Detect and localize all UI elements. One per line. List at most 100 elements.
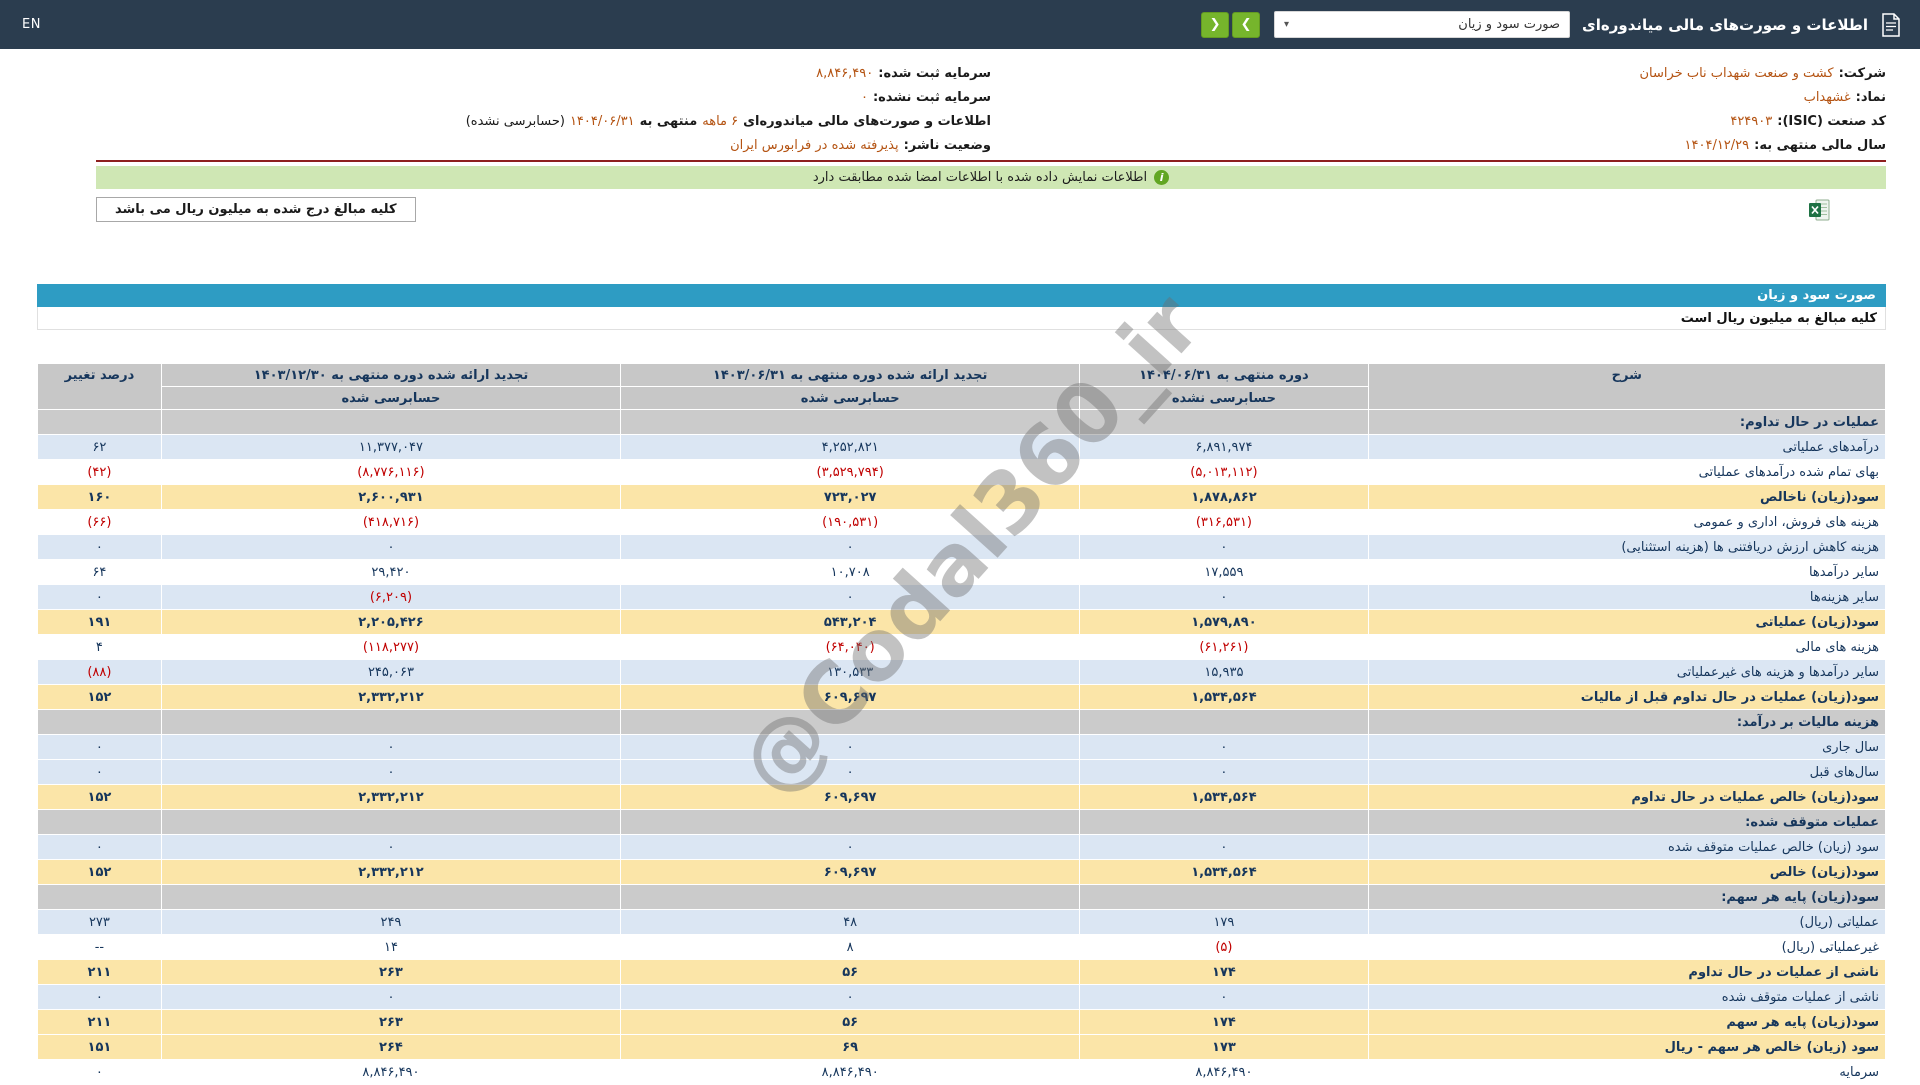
statement-type-select[interactable]: صورت سود و زیان ▾ bbox=[1274, 11, 1571, 38]
table-row: سایر درآمدها و هزینه های غیرعملیاتی ۱۵,۹۳… bbox=[37, 659, 1887, 685]
row-label: هزینه های فروش، اداری و عمومی bbox=[1367, 509, 1887, 535]
value-restated-prior-period: ۵۶ bbox=[620, 1009, 1081, 1035]
value-current-period: ۱۷,۵۵۹ bbox=[1079, 559, 1369, 585]
issuer-status-value: پذیرفته شده در فرابورس ایران bbox=[730, 137, 899, 153]
units-note-bar: کلیه مبالغ به میلیون ریال است bbox=[37, 307, 1886, 330]
previous-statement-button[interactable]: ❮ bbox=[1201, 11, 1230, 38]
row-label: سایر درآمدها bbox=[1367, 559, 1887, 585]
row-label: سود(زیان) عملیات در حال تداوم قبل از مال… bbox=[1367, 684, 1887, 710]
section-header-row: عملیات در حال تداوم: bbox=[37, 409, 1887, 435]
value-restated-prior-period: ۶۰۹,۶۹۷ bbox=[620, 684, 1081, 710]
value-current-period: ۰ bbox=[1079, 984, 1369, 1010]
value-current-period bbox=[1079, 409, 1369, 435]
value-percent-change: ۱۵۲ bbox=[37, 684, 162, 710]
subheader-audited-1: حسابرسی شده bbox=[620, 386, 1081, 410]
english-language-link[interactable]: EN bbox=[22, 17, 41, 32]
value-restated-prior-year: ۲۶۳ bbox=[160, 959, 622, 985]
statement-nav-buttons: ❯ ❮ bbox=[1201, 11, 1261, 38]
value-restated-prior-period bbox=[620, 409, 1081, 435]
topbar: اطلاعات و صورت‌های مالی میاندوره‌ای صورت… bbox=[0, 0, 1920, 49]
next-statement-button[interactable]: ❯ bbox=[1232, 11, 1261, 38]
value-current-period: (۳۱۶,۵۳۱) bbox=[1079, 509, 1369, 535]
value-percent-change: ۰ bbox=[37, 1059, 162, 1085]
unregistered-capital-label: سرمایه ثبت نشده: bbox=[872, 89, 991, 105]
table-row: هزینه های فروش، اداری و عمومی (۳۱۶,۵۳۱) (۱… bbox=[37, 509, 1887, 535]
value-restated-prior-year: ۰ bbox=[160, 759, 622, 785]
isic-label: کد صنعت (ISIC): bbox=[1777, 113, 1886, 129]
value-restated-prior-period: ۰ bbox=[620, 834, 1081, 860]
value-restated-prior-year: ۲,۳۳۲,۲۱۲ bbox=[160, 859, 622, 885]
value-percent-change bbox=[37, 409, 162, 435]
value-percent-change: ۱۵۲ bbox=[37, 859, 162, 885]
col-header-description: شرح bbox=[1367, 363, 1887, 410]
section-header-row: هزینه مالیات بر درآمد: bbox=[37, 709, 1887, 735]
row-label: ناشی از عملیات در حال تداوم bbox=[1367, 959, 1887, 985]
value-percent-change: ۰ bbox=[37, 534, 162, 560]
value-restated-prior-period: ۵۶ bbox=[620, 959, 1081, 985]
value-percent-change: ۶۲ bbox=[37, 434, 162, 460]
col-header-current-period: دوره منتهی به ۱۴۰۴/۰۶/۳۱ bbox=[1079, 363, 1369, 387]
excel-export-icon[interactable] bbox=[1808, 199, 1830, 221]
value-current-period: ۱,۵۷۹,۸۹۰ bbox=[1079, 609, 1369, 635]
issuer-status-row: وضعیت ناشر: پذیرفته شده در فرابورس ایران bbox=[96, 133, 991, 157]
value-restated-prior-year: ۲۴۹ bbox=[160, 909, 622, 935]
table-row: سال جاری ۰ ۰ ۰ ۰ bbox=[37, 734, 1887, 760]
table-row: سود(زیان) عملیاتی ۱,۵۷۹,۸۹۰ ۵۴۳,۲۰۴ ۲,۲۰۵,۴… bbox=[37, 609, 1887, 635]
value-restated-prior-year: ۲,۲۰۵,۴۲۶ bbox=[160, 609, 622, 635]
value-percent-change: -- bbox=[37, 934, 162, 960]
value-percent-change: ۰ bbox=[37, 759, 162, 785]
value-percent-change: ۱۹۱ bbox=[37, 609, 162, 635]
value-percent-change bbox=[37, 709, 162, 735]
row-label: سایر درآمدها و هزینه های غیرعملیاتی bbox=[1367, 659, 1887, 685]
report-document-icon bbox=[1880, 12, 1902, 37]
value-current-period: ۰ bbox=[1079, 759, 1369, 785]
row-label: هزینه های مالی bbox=[1367, 634, 1887, 660]
value-restated-prior-year: ۲,۳۳۲,۲۱۲ bbox=[160, 784, 622, 810]
value-restated-prior-year: ۱۴ bbox=[160, 934, 622, 960]
table-row: سود (زیان) خالص عملیات متوقف شده ۰ ۰ ۰ ۰ bbox=[37, 834, 1887, 860]
value-restated-prior-period: ۰ bbox=[620, 734, 1081, 760]
value-current-period: ۱,۵۳۴,۵۶۴ bbox=[1079, 684, 1369, 710]
row-label: غیرعملیاتی (ریال) bbox=[1367, 934, 1887, 960]
value-restated-prior-year: ۲,۶۰۰,۹۳۱ bbox=[160, 484, 622, 510]
col-header-restated-prior-period: تجدید ارائه شده دوره منتهی به ۱۴۰۳/۰۶/۳۱ bbox=[620, 363, 1081, 387]
ticker-value: غشهداب bbox=[1803, 89, 1851, 105]
value-restated-prior-period: ۴,۲۵۲,۸۲۱ bbox=[620, 434, 1081, 460]
value-current-period: ۱۷۴ bbox=[1079, 959, 1369, 985]
value-restated-prior-period: ۰ bbox=[620, 584, 1081, 610]
value-percent-change: ۲۱۱ bbox=[37, 1009, 162, 1035]
signature-match-text: اطلاعات نمایش داده شده با اطلاعات امضا ش… bbox=[812, 170, 1148, 185]
signature-match-banner: i اطلاعات نمایش داده شده با اطلاعات امضا… bbox=[96, 166, 1886, 189]
value-restated-prior-year bbox=[160, 809, 622, 835]
value-percent-change: ۰ bbox=[37, 584, 162, 610]
value-restated-prior-year: ۲۶۴ bbox=[160, 1034, 622, 1060]
value-current-period bbox=[1079, 809, 1369, 835]
table-row: سایر هزینه‌ها ۰ ۰ (۶,۲۰۹) ۰ bbox=[37, 584, 1887, 610]
table-row: هزینه های مالی (۶۱,۲۶۱) (۶۴,۰۴۰) (۱۱۸,۲۷۷) ۴ bbox=[37, 634, 1887, 660]
table-row: سود (زیان) خالص هر سهم - ریال ۱۷۳ ۶۹ ۲۶۴ ۱۵۱ bbox=[37, 1034, 1887, 1060]
fiscal-year-row: سال مالی منتهی به: ۱۴۰۴/۱۲/۲۹ bbox=[991, 133, 1886, 157]
page-title: اطلاعات و صورت‌های مالی میاندوره‌ای bbox=[1582, 15, 1868, 34]
row-label: سود(زیان) پایه هر سهم bbox=[1367, 1009, 1887, 1035]
value-current-period: ۰ bbox=[1079, 834, 1369, 860]
row-label: سود(زیان) خالص bbox=[1367, 859, 1887, 885]
table-row: بهای تمام شده درآمدهای عملیاتی (۵,۰۱۳,۱۱۲… bbox=[37, 459, 1887, 485]
row-label: ناشی از عملیات متوقف شده bbox=[1367, 984, 1887, 1010]
value-restated-prior-year: ۱۱,۳۷۷,۰۴۷ bbox=[160, 434, 622, 460]
table-row: سایر درآمدها ۱۷,۵۵۹ ۱۰,۷۰۸ ۲۹,۴۲۰ ۶۴ bbox=[37, 559, 1887, 585]
ticker-symbol-row: نماد: غشهداب bbox=[991, 85, 1886, 109]
col-header-percent-change: درصد تغییر bbox=[37, 363, 162, 410]
company-label: شرکت: bbox=[1838, 65, 1886, 81]
value-current-period: ۶,۸۹۱,۹۷۴ bbox=[1079, 434, 1369, 460]
value-restated-prior-year bbox=[160, 884, 622, 910]
value-percent-change: ۱۵۲ bbox=[37, 784, 162, 810]
table-row: ناشی از عملیات در حال تداوم ۱۷۴ ۵۶ ۲۶۳ ۲۱۱ bbox=[37, 959, 1887, 985]
chevron-down-icon: ▾ bbox=[1284, 19, 1290, 30]
value-restated-prior-period: ۰ bbox=[620, 984, 1081, 1010]
value-restated-prior-period: ۸,۸۴۶,۴۹۰ bbox=[620, 1059, 1081, 1085]
value-restated-prior-period: ۰ bbox=[620, 534, 1081, 560]
value-current-period: ۱,۵۳۴,۵۶۴ bbox=[1079, 859, 1369, 885]
value-percent-change: ۲۷۳ bbox=[37, 909, 162, 935]
col-header-restated-prior-year: تجدید ارائه شده دوره منتهی به ۱۴۰۳/۱۲/۳۰ bbox=[160, 363, 622, 387]
value-restated-prior-year: ۰ bbox=[160, 984, 622, 1010]
